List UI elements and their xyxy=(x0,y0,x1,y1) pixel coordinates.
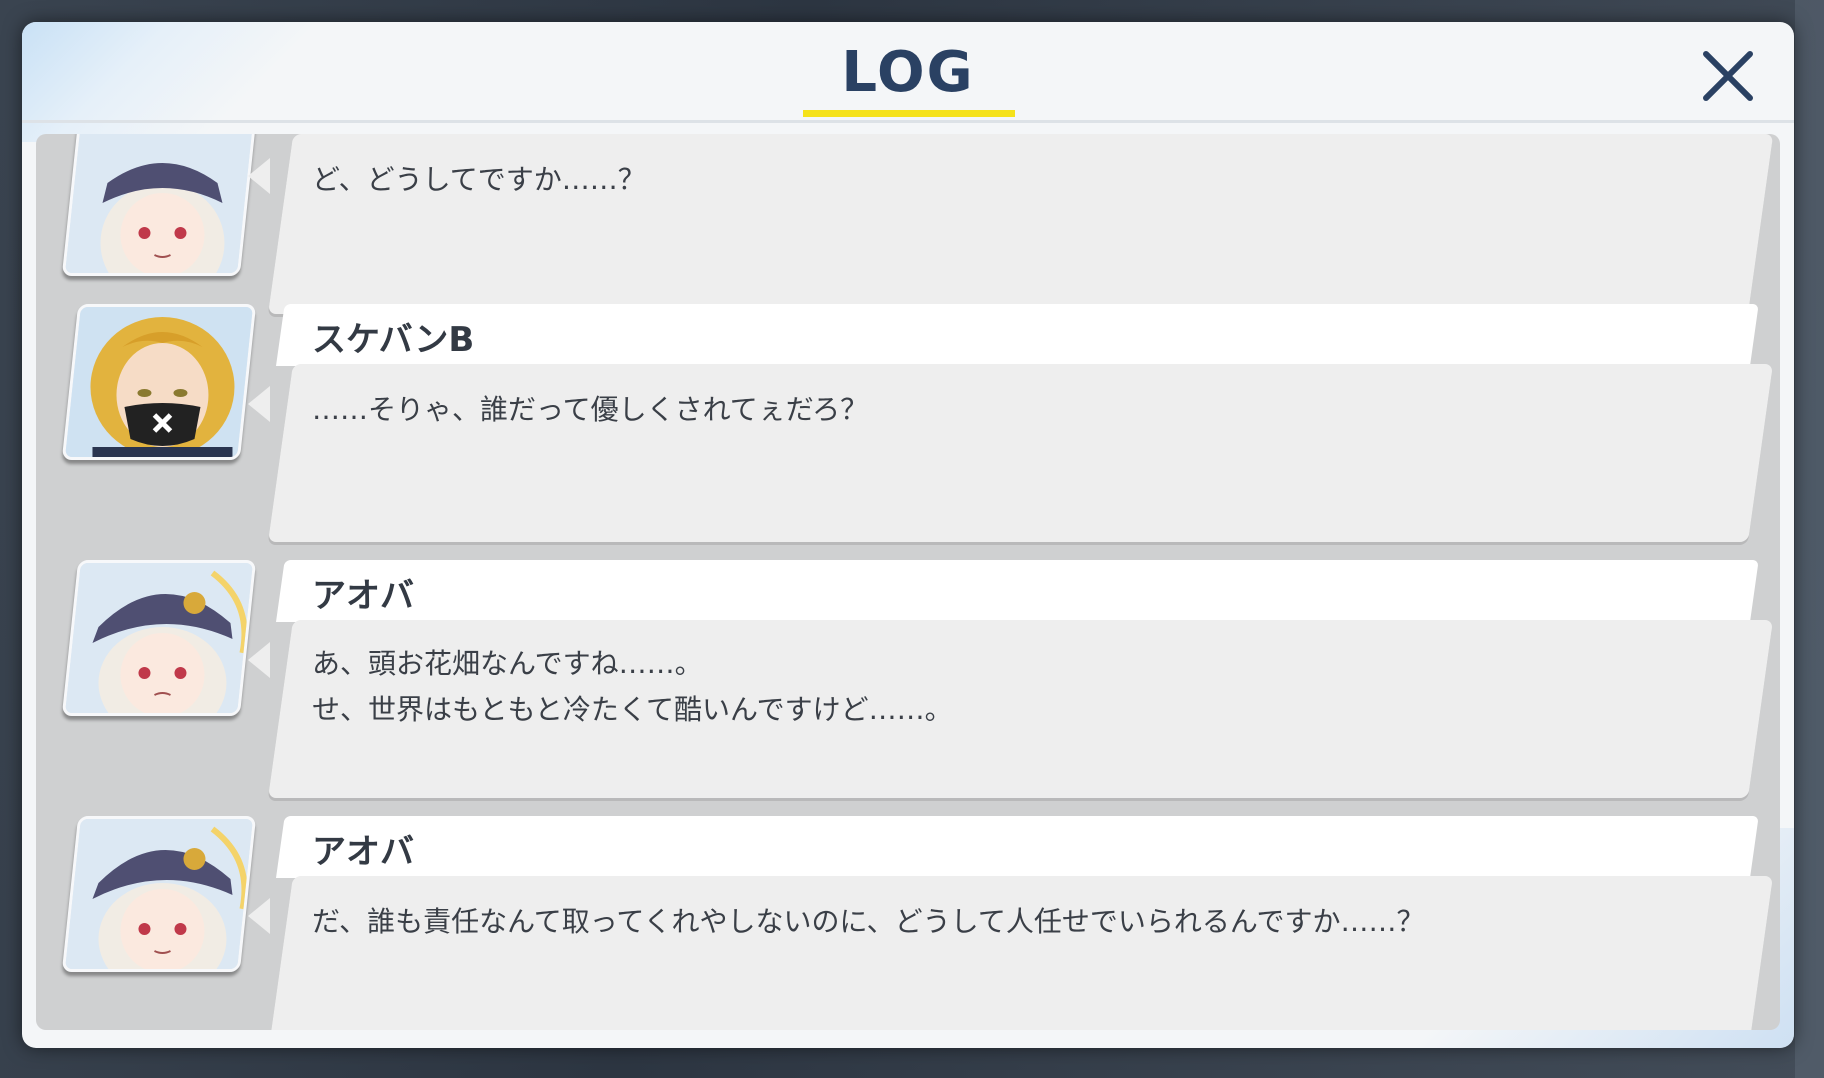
dialogue-line: せ、世界はもともと冷たくて酷いんですけど……。 xyxy=(312,693,953,726)
background-decoration xyxy=(1795,0,1824,1078)
aoba-portrait-icon xyxy=(61,134,257,276)
list-item: ど、どうしてですか……？ xyxy=(36,134,1780,314)
aoba-portrait-icon xyxy=(61,816,257,972)
dialogue-line: だ、誰も責任なんて取ってくれやしないのに、どうして人任せでいられるんですか……？ xyxy=(312,905,1425,938)
bubble-tail xyxy=(248,642,270,678)
speaker-name-bar xyxy=(276,816,1759,878)
log-panel: LOG ど、どうしてですか……？ スケバンB ……そりゃ、誰だって優しくされてぇ… xyxy=(22,22,1794,1048)
log-header: LOG xyxy=(22,22,1794,123)
dialogue-line: ……そりゃ、誰だって優しくされてぇだろ？ xyxy=(312,393,869,426)
log-list[interactable]: ど、どうしてですか……？ スケバンB ……そりゃ、誰だって優しくされてぇだろ？ … xyxy=(36,134,1780,1030)
list-item: アオバ だ、誰も責任なんて取ってくれやしないのに、どうして人任せでいられるんです… xyxy=(36,816,1780,1030)
speaker-name-bar xyxy=(276,560,1759,622)
aoba-portrait-icon xyxy=(61,560,257,716)
speaker-name-bar xyxy=(276,304,1759,366)
close-button[interactable] xyxy=(1692,40,1764,112)
bubble-tail xyxy=(248,898,270,934)
speaker-name: スケバンB xyxy=(312,320,475,360)
speaker-name: アオバ xyxy=(312,576,414,616)
title-underline xyxy=(803,110,1015,117)
bubble-tail xyxy=(248,158,270,194)
dialogue-line: ど、どうしてですか……？ xyxy=(312,163,646,196)
close-icon xyxy=(1703,51,1753,101)
list-item: スケバンB ……そりゃ、誰だって優しくされてぇだろ？ xyxy=(36,304,1780,544)
bubble-tail xyxy=(248,386,270,422)
speaker-name: アオバ xyxy=(312,832,414,872)
dialogue-line: あ、頭お花畑なんですね……。 xyxy=(312,647,703,680)
list-item: アオバ あ、頭お花畑なんですね……。 せ、世界はもともと冷たくて酷いんですけど…… xyxy=(36,560,1780,800)
sukeban-portrait-icon xyxy=(61,304,257,460)
page-title: LOG xyxy=(841,40,975,105)
